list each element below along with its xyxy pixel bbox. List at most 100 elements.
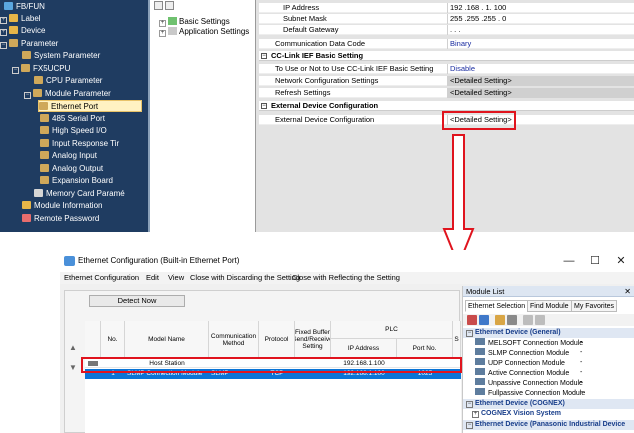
network-configuration-detail[interactable]: <Detailed Setting> bbox=[447, 76, 634, 86]
add-favorite-icon[interactable] bbox=[523, 315, 533, 325]
param-row-default-gateway[interactable]: Default Gateway. . . bbox=[259, 25, 634, 35]
expand-icon[interactable]: + bbox=[0, 29, 7, 36]
module-icon bbox=[475, 388, 485, 395]
header-model-name: Model Name bbox=[125, 321, 209, 359]
move-up-icon[interactable]: ▲ bbox=[68, 343, 78, 353]
header-ip-address: IP Address bbox=[331, 339, 397, 359]
collapse-icon[interactable]: − bbox=[24, 92, 31, 99]
subnet-mask-value[interactable]: 255 .255 .255 . 0 bbox=[447, 14, 634, 24]
menu-ethernet-configuration[interactable]: Ethernet Configuration bbox=[64, 272, 139, 284]
serial-port-icon bbox=[40, 114, 49, 122]
sort-icon[interactable] bbox=[467, 315, 477, 325]
tree-item-expansion-board[interactable]: Expansion Board bbox=[40, 175, 113, 187]
group-ethernet-device-general[interactable]: − Ethernet Device (General) bbox=[463, 328, 634, 338]
menu-bar: Ethernet Configuration Edit View Close w… bbox=[60, 272, 634, 284]
tree-item-system-parameter[interactable]: System Parameter bbox=[22, 50, 100, 62]
highlight-box bbox=[442, 111, 516, 130]
ip-address-value[interactable]: 192 .168 . 1. 100 bbox=[447, 3, 634, 13]
list-item[interactable]: UDP Connection Module - bbox=[463, 358, 634, 368]
tab-ethernet-selection[interactable]: Ethernet Selection bbox=[465, 300, 529, 312]
move-down-icon[interactable]: ▼ bbox=[68, 363, 78, 373]
tree-item-ethernet-port[interactable]: Ethernet Port bbox=[38, 100, 142, 112]
tree-item-485-serial-port[interactable]: 485 Serial Port bbox=[40, 113, 105, 125]
expand-all-icon[interactable] bbox=[495, 315, 505, 325]
menu-edit[interactable]: Edit bbox=[146, 272, 159, 284]
title-bar[interactable]: Ethernet Configuration (Built-in Etherne… bbox=[60, 250, 634, 272]
menu-close-reflect[interactable]: Close with Reflecting the Setting bbox=[292, 272, 400, 284]
tree-item-memory-card[interactable]: Memory Card Paramé bbox=[34, 188, 125, 200]
menu-view[interactable]: View bbox=[168, 272, 184, 284]
param-row-use-cc-link[interactable]: To Use or Not to Use CC-Link IEF Basic S… bbox=[259, 64, 634, 74]
minimize-button[interactable]: — bbox=[556, 253, 582, 269]
collapse-all-icon[interactable] bbox=[507, 315, 517, 325]
expand-icon[interactable]: + bbox=[159, 20, 166, 27]
tree-item-high-speed-io[interactable]: High Speed I/O bbox=[40, 125, 107, 137]
group-cognex-vision-system[interactable]: + COGNEX Vision System bbox=[463, 409, 634, 419]
label-folder-icon bbox=[9, 14, 18, 22]
highlight-box bbox=[81, 357, 462, 373]
collapse-icon[interactable]: − bbox=[12, 67, 19, 74]
system-parameter-icon bbox=[22, 51, 31, 59]
collapse-icon[interactable]: − bbox=[261, 103, 267, 109]
filter-icon[interactable] bbox=[165, 1, 174, 10]
list-item[interactable]: MELSOFT Connection Module - bbox=[463, 338, 634, 348]
expand-icon[interactable]: + bbox=[159, 30, 166, 37]
module-icon bbox=[475, 358, 485, 365]
tree-item-analog-output[interactable]: Analog Output bbox=[40, 163, 103, 175]
close-button[interactable]: ✕ bbox=[608, 253, 634, 269]
remove-favorite-icon[interactable] bbox=[535, 315, 545, 325]
use-cc-link-value[interactable]: Disable bbox=[447, 64, 634, 74]
menu-close-discard[interactable]: Close with Discarding the Setting bbox=[190, 272, 300, 284]
header-port-no: Port No. bbox=[397, 339, 453, 359]
tree-item-fx5ucpu[interactable]: − FX5UCPU bbox=[12, 63, 70, 75]
tree-item-input-response[interactable]: Input Response Tir bbox=[40, 138, 119, 150]
expand-icon[interactable]: + bbox=[0, 17, 7, 24]
param-row-ip-address[interactable]: IP Address 192 .168 . 1. 100 bbox=[259, 3, 634, 13]
header-no: No. bbox=[101, 321, 125, 359]
expand-icon[interactable]: + bbox=[472, 411, 479, 418]
collapse-icon[interactable]: − bbox=[261, 53, 267, 59]
setting-item-basic-settings[interactable]: + Basic Settings bbox=[159, 17, 230, 27]
list-item[interactable]: SLMP Connection Module - bbox=[463, 348, 634, 358]
tree-item-analog-input[interactable]: Analog Input bbox=[40, 150, 97, 162]
module-list-toolbar bbox=[463, 314, 634, 326]
tree-item-remote-password[interactable]: Remote Password bbox=[22, 213, 99, 225]
collapse-icon[interactable]: − bbox=[0, 42, 7, 49]
communication-data-code-value[interactable]: Binary bbox=[447, 39, 634, 49]
tab-find-module[interactable]: Find Module bbox=[527, 300, 572, 312]
close-icon[interactable]: ✕ bbox=[624, 286, 631, 297]
param-row-network-configuration[interactable]: Network Configuration Settings <Detailed … bbox=[259, 76, 634, 86]
setting-item-application-settings[interactable]: + Application Settings bbox=[159, 27, 249, 37]
tree-item-module-information[interactable]: Module Information bbox=[22, 200, 102, 212]
tree-item-cpu-parameter[interactable]: CPU Parameter bbox=[34, 75, 102, 87]
tree-item-device[interactable]: + Device bbox=[0, 25, 45, 37]
tree-item-label[interactable]: + Label bbox=[0, 13, 41, 25]
list-item[interactable]: Unpassive Connection Module - bbox=[463, 378, 634, 388]
refresh-settings-detail[interactable]: <Detailed Setting> bbox=[447, 88, 634, 98]
check-icon bbox=[168, 17, 177, 25]
collapse-icon[interactable]: − bbox=[466, 422, 473, 429]
tree-item-module-parameter[interactable]: − Module Parameter bbox=[24, 88, 111, 100]
collapse-icon[interactable]: − bbox=[466, 330, 473, 337]
section-external-device[interactable]: − External Device Configuration bbox=[259, 101, 634, 111]
tree-item-parameter[interactable]: − Parameter bbox=[0, 38, 58, 50]
maximize-button[interactable]: ☐ bbox=[582, 253, 608, 269]
collapse-icon[interactable]: − bbox=[466, 401, 473, 408]
group-ethernet-device-panasonic[interactable]: − Ethernet Device (Panasonic Industrial D… bbox=[463, 420, 634, 430]
detect-now-button[interactable]: Detect Now bbox=[89, 295, 185, 307]
tab-my-favorites[interactable]: My Favorites bbox=[571, 300, 618, 312]
param-row-communication-data-code[interactable]: Communication Data Code Binary bbox=[259, 39, 634, 49]
module-list-tabs: Ethernet Selection Find Module My Favori… bbox=[463, 300, 634, 312]
param-row-subnet-mask[interactable]: Subnet Mask 255 .255 .255 . 0 bbox=[259, 14, 634, 24]
list-item[interactable]: Active Connection Module - bbox=[463, 368, 634, 378]
default-gateway-value[interactable]: . . . bbox=[447, 25, 634, 35]
section-cc-link-ief[interactable]: − CC-Link IEF Basic Setting bbox=[259, 51, 634, 61]
group-ethernet-device-cognex[interactable]: − Ethernet Device (COGNEX) bbox=[463, 399, 634, 409]
param-row-refresh-settings[interactable]: Refresh Settings <Detailed Setting> bbox=[259, 88, 634, 98]
filter-icon[interactable] bbox=[479, 315, 489, 325]
sort-icon[interactable] bbox=[154, 1, 163, 10]
header-protocol: Protocol bbox=[259, 321, 295, 359]
list-item[interactable]: Fullpassive Connection Module - bbox=[463, 388, 634, 398]
tree-item-fb-fun[interactable]: FB/FUN bbox=[4, 1, 45, 13]
device-folder-icon bbox=[9, 26, 18, 34]
